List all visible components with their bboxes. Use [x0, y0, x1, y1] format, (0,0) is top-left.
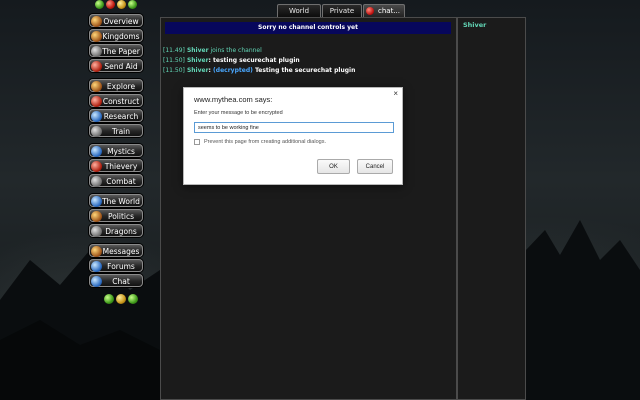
red-orb-icon[interactable] [106, 0, 115, 9]
top-status-icons [84, 0, 148, 10]
nav-dragons-button[interactable]: Dragons [89, 224, 143, 237]
nav-thievery-button[interactable]: Thievery [89, 159, 143, 172]
potion-icon [91, 111, 102, 122]
nav-chat-button[interactable]: Chat [89, 274, 143, 287]
nav-forums-button[interactable]: Forums [89, 259, 143, 272]
prevent-dialogs-option[interactable]: Prevent this page from creating addition… [194, 139, 326, 145]
flag-icon [91, 211, 102, 222]
prevent-dialogs-label: Prevent this page from creating addition… [204, 139, 326, 145]
tab-world[interactable]: World [277, 4, 321, 17]
green-orb-icon[interactable] [104, 294, 114, 304]
ok-button[interactable]: OK [317, 159, 350, 174]
prompt-dialog: www.mythea.com says: × Enter your messag… [183, 87, 403, 185]
dragon-icon [91, 226, 102, 237]
nav-train-button[interactable]: Train [89, 124, 143, 137]
close-icon[interactable]: × [393, 89, 398, 98]
chat-message: [11.49] Shiver joins the channel [163, 47, 262, 54]
globe-icon [91, 196, 102, 207]
user-list-panel: Shiver [457, 17, 526, 400]
chat-panel: Sorry no channel controls yet [11.49] Sh… [160, 17, 457, 400]
gold-orb-icon[interactable] [116, 294, 126, 304]
green-orb-icon[interactable] [95, 0, 104, 9]
chat-message: [11.50] Shiver: testing securechat plugi… [163, 57, 300, 64]
prevent-dialogs-checkbox[interactable] [194, 139, 200, 145]
tab-chat-label: chat... [378, 7, 400, 15]
nav-the-paper-button[interactable]: The Paper [89, 44, 143, 57]
close-tab-icon[interactable] [366, 7, 374, 15]
channel-controls-header: Sorry no channel controls yet [165, 22, 451, 34]
nav-research-button[interactable]: Research [89, 109, 143, 122]
nav-construct-button[interactable]: Construct [89, 94, 143, 107]
green-orb-icon[interactable] [128, 294, 138, 304]
nav-the-world-button[interactable]: The World [89, 194, 143, 207]
user-list-item[interactable]: Shiver [463, 21, 486, 29]
nav-politics-button[interactable]: Politics [89, 209, 143, 222]
nav-kingdoms-button[interactable]: Kingdoms [89, 29, 143, 42]
gold-orb-icon[interactable] [117, 0, 126, 9]
cancel-button[interactable]: Cancel [357, 159, 393, 174]
tab-private[interactable]: Private [322, 4, 362, 17]
chat-message: [11.50] Shiver: (decrypted) Testing the … [163, 67, 356, 74]
nav-explore-button[interactable]: Explore [89, 79, 143, 92]
sword-icon [91, 126, 102, 137]
nav-mystics-button[interactable]: Mystics [89, 144, 143, 157]
nav-combat-button[interactable]: Combat [89, 174, 143, 187]
nav-send-aid-button[interactable]: Send Aid [89, 59, 143, 72]
shield-icon [91, 176, 102, 187]
envelope-icon [91, 246, 102, 257]
chat-bubble-icon [91, 276, 102, 287]
crown-icon [91, 31, 102, 42]
gift-icon [91, 61, 102, 72]
compass-icon [91, 81, 102, 92]
message-input[interactable] [194, 122, 394, 133]
green-orb-icon[interactable] [128, 0, 137, 9]
forum-icon [91, 261, 102, 272]
chat-tabs: World Private chat... [277, 4, 406, 18]
nav-messages-button[interactable]: Messages [89, 244, 143, 257]
dialog-title: www.mythea.com says: [194, 95, 273, 104]
dialog-prompt-text: Enter your message to be encrypted [194, 110, 283, 116]
hammer-icon [91, 96, 102, 107]
decrypted-tag: (decrypted) [213, 67, 253, 74]
crystal-icon [91, 146, 102, 157]
scroll-icon [91, 46, 102, 57]
bottom-status-icons [104, 294, 138, 304]
dagger-icon [91, 161, 102, 172]
sun-icon [91, 16, 102, 27]
chat-log: [11.49] Shiver joins the channel [11.50]… [163, 46, 453, 76]
tab-chat[interactable]: chat... [363, 4, 405, 17]
nav-overview-button[interactable]: Overview [89, 14, 143, 27]
